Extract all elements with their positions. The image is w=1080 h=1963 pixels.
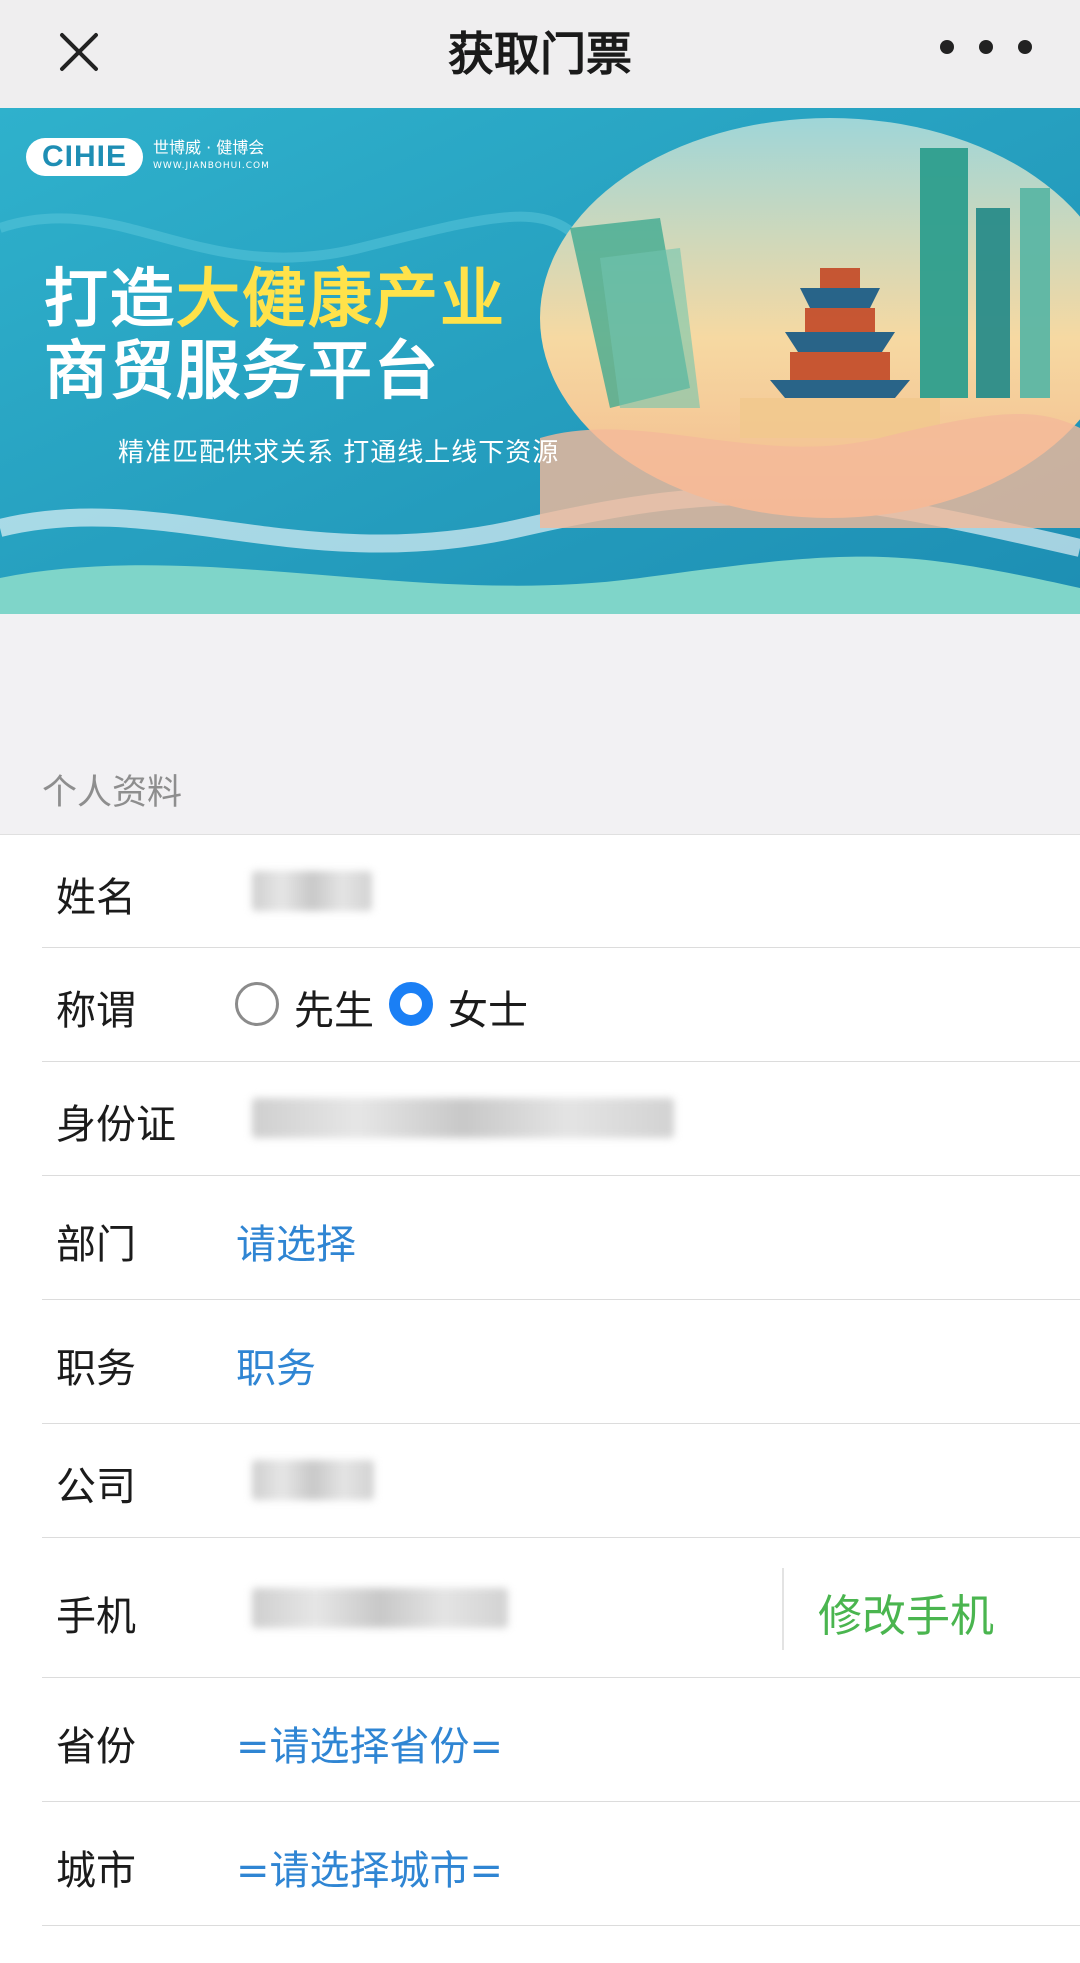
radio-ms-label[interactable]: 女士 <box>448 978 528 1036</box>
department-select[interactable]: 请选择 <box>236 1212 356 1270</box>
form-row-name: 姓名 <box>0 835 1080 948</box>
top-nav-bar: 获取门票 <box>0 0 1080 108</box>
form-row-salutation: 称谓 先生 女士 <box>0 948 1080 1062</box>
form-row-position: 职务 职务 <box>0 1300 1080 1424</box>
name-label: 姓名 <box>56 875 136 921</box>
department-label: 部门 <box>56 1222 136 1268</box>
phone-label: 手机 <box>56 1594 136 1640</box>
radio-mr[interactable] <box>235 982 279 1026</box>
section-title: 个人资料 <box>42 773 183 813</box>
change-phone-button[interactable]: 修改手机 <box>818 1580 994 1644</box>
province-select[interactable]: =请选择省份= <box>236 1714 503 1772</box>
form-row-id: 身份证 <box>0 1062 1080 1176</box>
form-row-phone: 手机 修改手机 <box>0 1538 1080 1678</box>
salutation-label: 称谓 <box>56 988 136 1034</box>
promo-banner: CIHIE 世博威 · 健博会 WWW.JIANBOHUI.COM 打造大健康产… <box>0 108 1080 614</box>
radio-mr-label[interactable]: 先生 <box>294 978 374 1036</box>
cihie-logo: CIHIE 世博威 · 健博会 WWW.JIANBOHUI.COM <box>26 138 270 176</box>
radio-ms[interactable] <box>389 982 433 1026</box>
form-row-department: 部门 请选择 <box>0 1176 1080 1300</box>
position-label: 职务 <box>56 1346 136 1392</box>
more-options-icon[interactable] <box>940 36 1032 58</box>
id-label: 身份证 <box>56 1102 176 1148</box>
name-value-redacted[interactable] <box>252 871 372 911</box>
page-title: 获取门票 <box>448 27 632 81</box>
city-select[interactable]: =请选择城市= <box>236 1838 503 1896</box>
company-value-redacted[interactable] <box>252 1460 374 1500</box>
logo-url-text: WWW.JIANBOHUI.COM <box>153 161 270 171</box>
phone-value-redacted <box>252 1588 508 1628</box>
id-value-redacted[interactable] <box>252 1098 674 1138</box>
personal-info-form: 姓名 称谓 先生 女士 身份证 部门 请选择 职务 职务 公司 手机 修改手机 <box>0 834 1080 1963</box>
form-row-company: 公司 <box>0 1424 1080 1538</box>
position-input[interactable]: 职务 <box>236 1336 316 1394</box>
form-row-city: 城市 =请选择城市= <box>0 1802 1080 1926</box>
form-row-province: 省份 =请选择省份= <box>0 1678 1080 1802</box>
province-label: 省份 <box>56 1724 136 1770</box>
logo-cn-text: 世博威 · 健博会 <box>153 138 265 157</box>
city-label: 城市 <box>56 1848 136 1894</box>
banner-headline-2: 商贸服务平台 <box>44 335 440 409</box>
company-label: 公司 <box>56 1464 136 1510</box>
banner-subtitle: 精准匹配供求关系 打通线上线下资源 <box>118 438 560 468</box>
